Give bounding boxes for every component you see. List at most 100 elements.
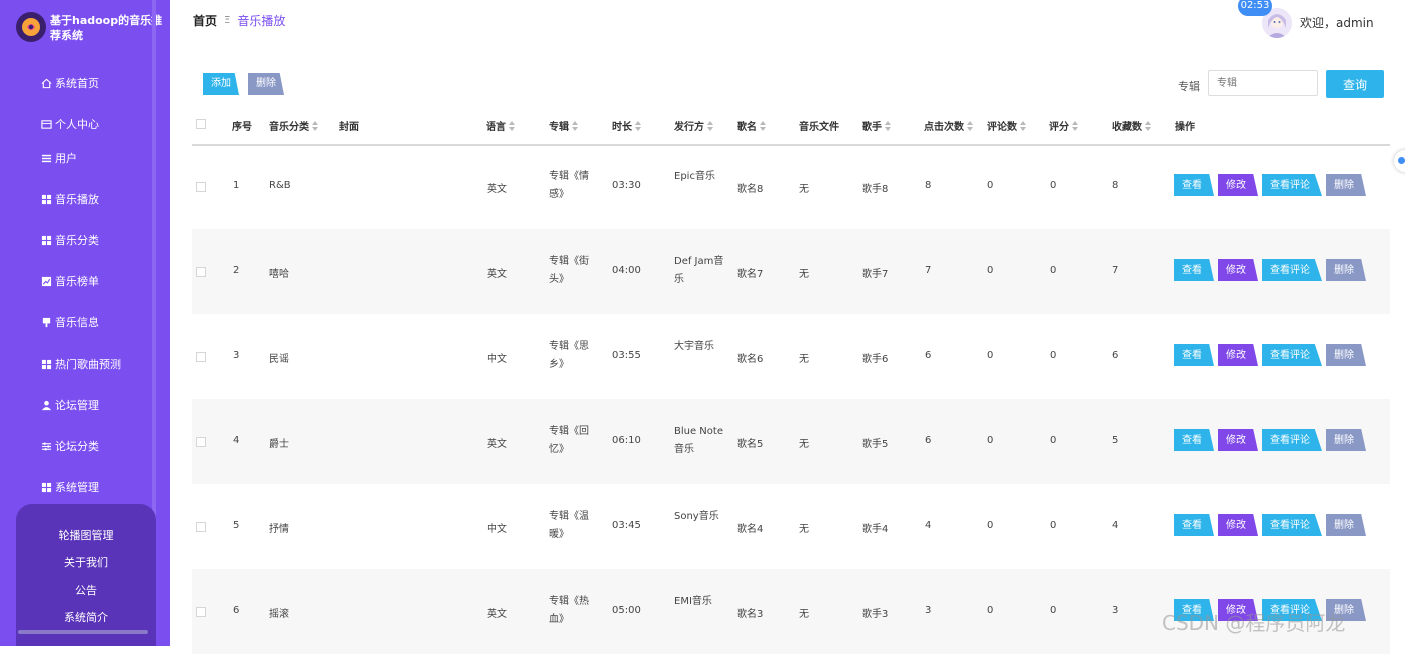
column-header-clicks[interactable]: 点击次数 [924,118,974,133]
cell-singer: 歌手6 [862,354,889,365]
column-header-publisher[interactable]: 发行方 [674,118,714,133]
app-title: 基于hadoop的音乐推荐系统 [50,14,163,42]
row-checkbox[interactable] [196,437,206,447]
edit-button[interactable]: 修改 [1218,514,1258,536]
edit-button[interactable]: 修改 [1218,429,1258,451]
cell-favorites: 8 [1112,180,1119,191]
cell-rating: 0 [1050,265,1057,276]
cell-duration: 03:55 [612,350,641,361]
cell-category: 爵士 [269,439,289,450]
view-comments-button[interactable]: 查看评论 [1262,344,1322,366]
view-button[interactable]: 查看 [1174,344,1214,366]
cell-rating: 0 [1050,605,1057,616]
sort-icon [707,120,714,131]
submenu-item-carousel[interactable]: 轮播图管理 [16,527,156,543]
row-checkbox[interactable] [196,182,206,192]
table-row[interactable]: 5 抒情 中文 专辑《温暖》 03:45 Sony音乐 歌名4 无 歌手4 4 0 0 4 查看 修改 查看评… [192,484,1390,569]
column-header-album[interactable]: 专辑 [549,118,579,133]
submenu-item-intro[interactable]: 系统简介 [16,609,156,625]
cell-clicks: 6 [925,350,932,361]
sidebar-item-music-play[interactable]: 音乐播放 [40,190,150,208]
cell-album: 专辑《街头》 [549,256,589,285]
sidebar-item-label: 用户 [55,152,77,165]
column-header-language[interactable]: 语言 [486,118,516,133]
column-header-duration[interactable]: 时长 [612,118,642,133]
view-button[interactable]: 查看 [1174,514,1214,536]
search-button[interactable]: 查询 [1326,70,1384,98]
submenu-item-notice[interactable]: 公告 [16,582,156,598]
cell-song: 歌名8 [737,184,764,195]
sidebar-item-music-category[interactable]: 音乐分类 [40,231,150,249]
view-button[interactable]: 查看 [1174,259,1214,281]
delete-button[interactable]: 删除 [1326,514,1366,536]
table-row[interactable]: 1 R&B 英文 专辑《情感》 03:30 Epic音乐 歌名8 无 歌手8 8 0 0 8 查看 修改 查看… [192,144,1390,229]
cell-album: 专辑《思乡》 [549,341,589,370]
column-header-favorites[interactable]: 收藏数 [1112,118,1152,133]
cell-category: 嘻哈 [269,269,289,280]
cell-file: 无 [799,609,809,620]
cell-comments: 0 [987,520,994,531]
sort-icon [509,120,516,131]
cell-no: 4 [233,435,240,446]
delete-button[interactable]: 删除 [1326,174,1366,196]
delete-button[interactable]: 删除 [1326,344,1366,366]
view-button[interactable]: 查看 [1174,174,1214,196]
sidebar-item-users[interactable]: 用户 [40,149,150,167]
row-checkbox[interactable] [196,267,206,277]
cell-category: 抒情 [269,524,289,535]
view-comments-button[interactable]: 查看评论 [1262,174,1322,196]
welcome-text[interactable]: 欢迎，admin [1300,14,1374,31]
cell-favorites: 4 [1112,520,1119,531]
sidebar-item-label: 论坛分类 [55,440,99,453]
sidebar-item-home[interactable]: 系统首页 [40,74,150,92]
view-button[interactable]: 查看 [1174,429,1214,451]
sidebar-item-forum-category[interactable]: 论坛分类 [40,437,150,455]
column-header-comments[interactable]: 评论数 [987,118,1027,133]
grid-icon [40,481,52,493]
cell-comments: 0 [987,605,994,616]
grid-icon [40,358,52,370]
cell-singer: 歌手3 [862,609,889,620]
table-row[interactable]: 4 爵士 英文 专辑《回忆》 06:10 Blue Note音乐 歌名5 无 歌手5 6 0 0 5 查看… [192,399,1390,484]
floating-help-icon[interactable] [1394,150,1405,172]
table-row[interactable]: 3 民谣 中文 专辑《思乡》 03:55 大宇音乐 歌名6 无 歌手6 6 0 0 6 查看 修改 查看评论删… [192,314,1390,399]
view-comments-button[interactable]: 查看评论 [1262,514,1322,536]
sidebar-item-hot-prediction[interactable]: 热门歌曲预测 [40,355,150,373]
album-search-input[interactable] [1208,70,1318,96]
row-checkbox[interactable] [196,522,206,532]
sidebar-item-profile[interactable]: 个人中心 [40,115,150,133]
sidebar-item-forum[interactable]: 论坛管理 [40,396,150,414]
sidebar: 基于hadoop的音乐推荐系统 系统首页 个人中心 用户 音乐播放 音乐分类 音… [0,0,170,646]
sidebar-item-system[interactable]: 系统管理 [40,478,150,496]
cell-file: 无 [799,524,809,535]
cell-song: 歌名3 [737,609,764,620]
submenu-item-about[interactable]: 关于我们 [16,554,156,570]
cell-favorites: 7 [1112,265,1119,276]
column-header-song[interactable]: 歌名 [737,118,767,133]
column-header-category[interactable]: 音乐分类 [269,118,319,133]
pin-icon [40,316,52,328]
grid-icon [40,234,52,246]
breadcrumb-home[interactable]: 首页 [193,12,217,29]
sidebar-item-music-info[interactable]: 音乐信息 [40,313,150,331]
bulk-delete-button[interactable]: 删除 [248,73,284,95]
delete-button[interactable]: 删除 [1326,259,1366,281]
edit-button[interactable]: 修改 [1218,344,1258,366]
view-comments-button[interactable]: 查看评论 [1262,429,1322,451]
edit-button[interactable]: 修改 [1218,174,1258,196]
cell-clicks: 7 [925,265,932,276]
delete-button[interactable]: 删除 [1326,429,1366,451]
edit-button[interactable]: 修改 [1218,259,1258,281]
view-comments-button[interactable]: 查看评论 [1262,259,1322,281]
row-checkbox[interactable] [196,352,206,362]
submenu-scrollbar[interactable] [18,630,148,634]
table-row[interactable]: 2 嘻哈 英文 专辑《街头》 04:00 Def Jam音乐 歌名7 无 歌手7 7 0 0 7 查看 修改… [192,229,1390,314]
column-header-rating[interactable]: 评分 [1049,118,1079,133]
add-button[interactable]: 添加 [203,73,239,95]
column-header-singer[interactable]: 歌手 [862,118,892,133]
cell-favorites: 6 [1112,350,1119,361]
sidebar-item-music-chart[interactable]: 音乐榜单 [40,272,150,290]
breadcrumb-separator: Ξ [224,15,231,26]
select-all-checkbox[interactable] [196,119,206,129]
row-checkbox[interactable] [196,607,206,617]
